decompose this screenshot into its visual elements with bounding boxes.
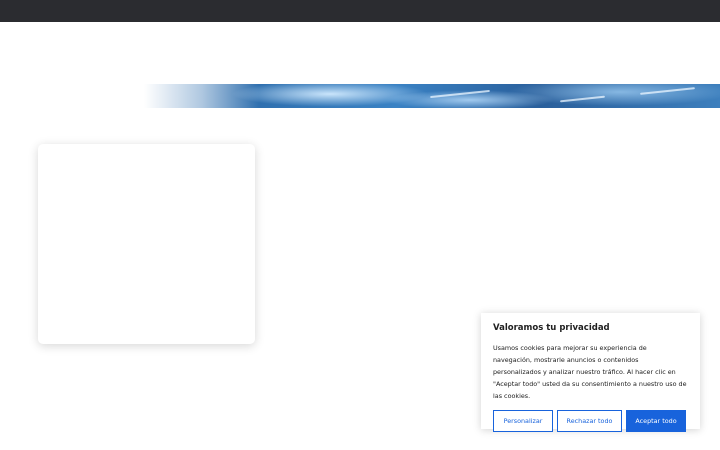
site-header	[0, 22, 720, 84]
hero-banner	[0, 84, 720, 108]
cookie-description: Usamos cookies para mejorar su experienc…	[493, 344, 687, 400]
cookie-consent-banner: Valoramos tu privacidad Usamos cookies p…	[481, 313, 700, 432]
top-bar	[0, 0, 720, 22]
cookie-title: Valoramos tu privacidad	[493, 323, 610, 333]
customize-button[interactable]: Personalizar	[493, 410, 553, 432]
reject-all-button[interactable]: Rechazar todo	[557, 410, 622, 432]
content-card	[38, 144, 255, 344]
accept-all-button[interactable]: Aceptar todo	[626, 410, 686, 432]
cookie-button-row: Personalizar Rechazar todo Aceptar todo	[493, 410, 687, 432]
